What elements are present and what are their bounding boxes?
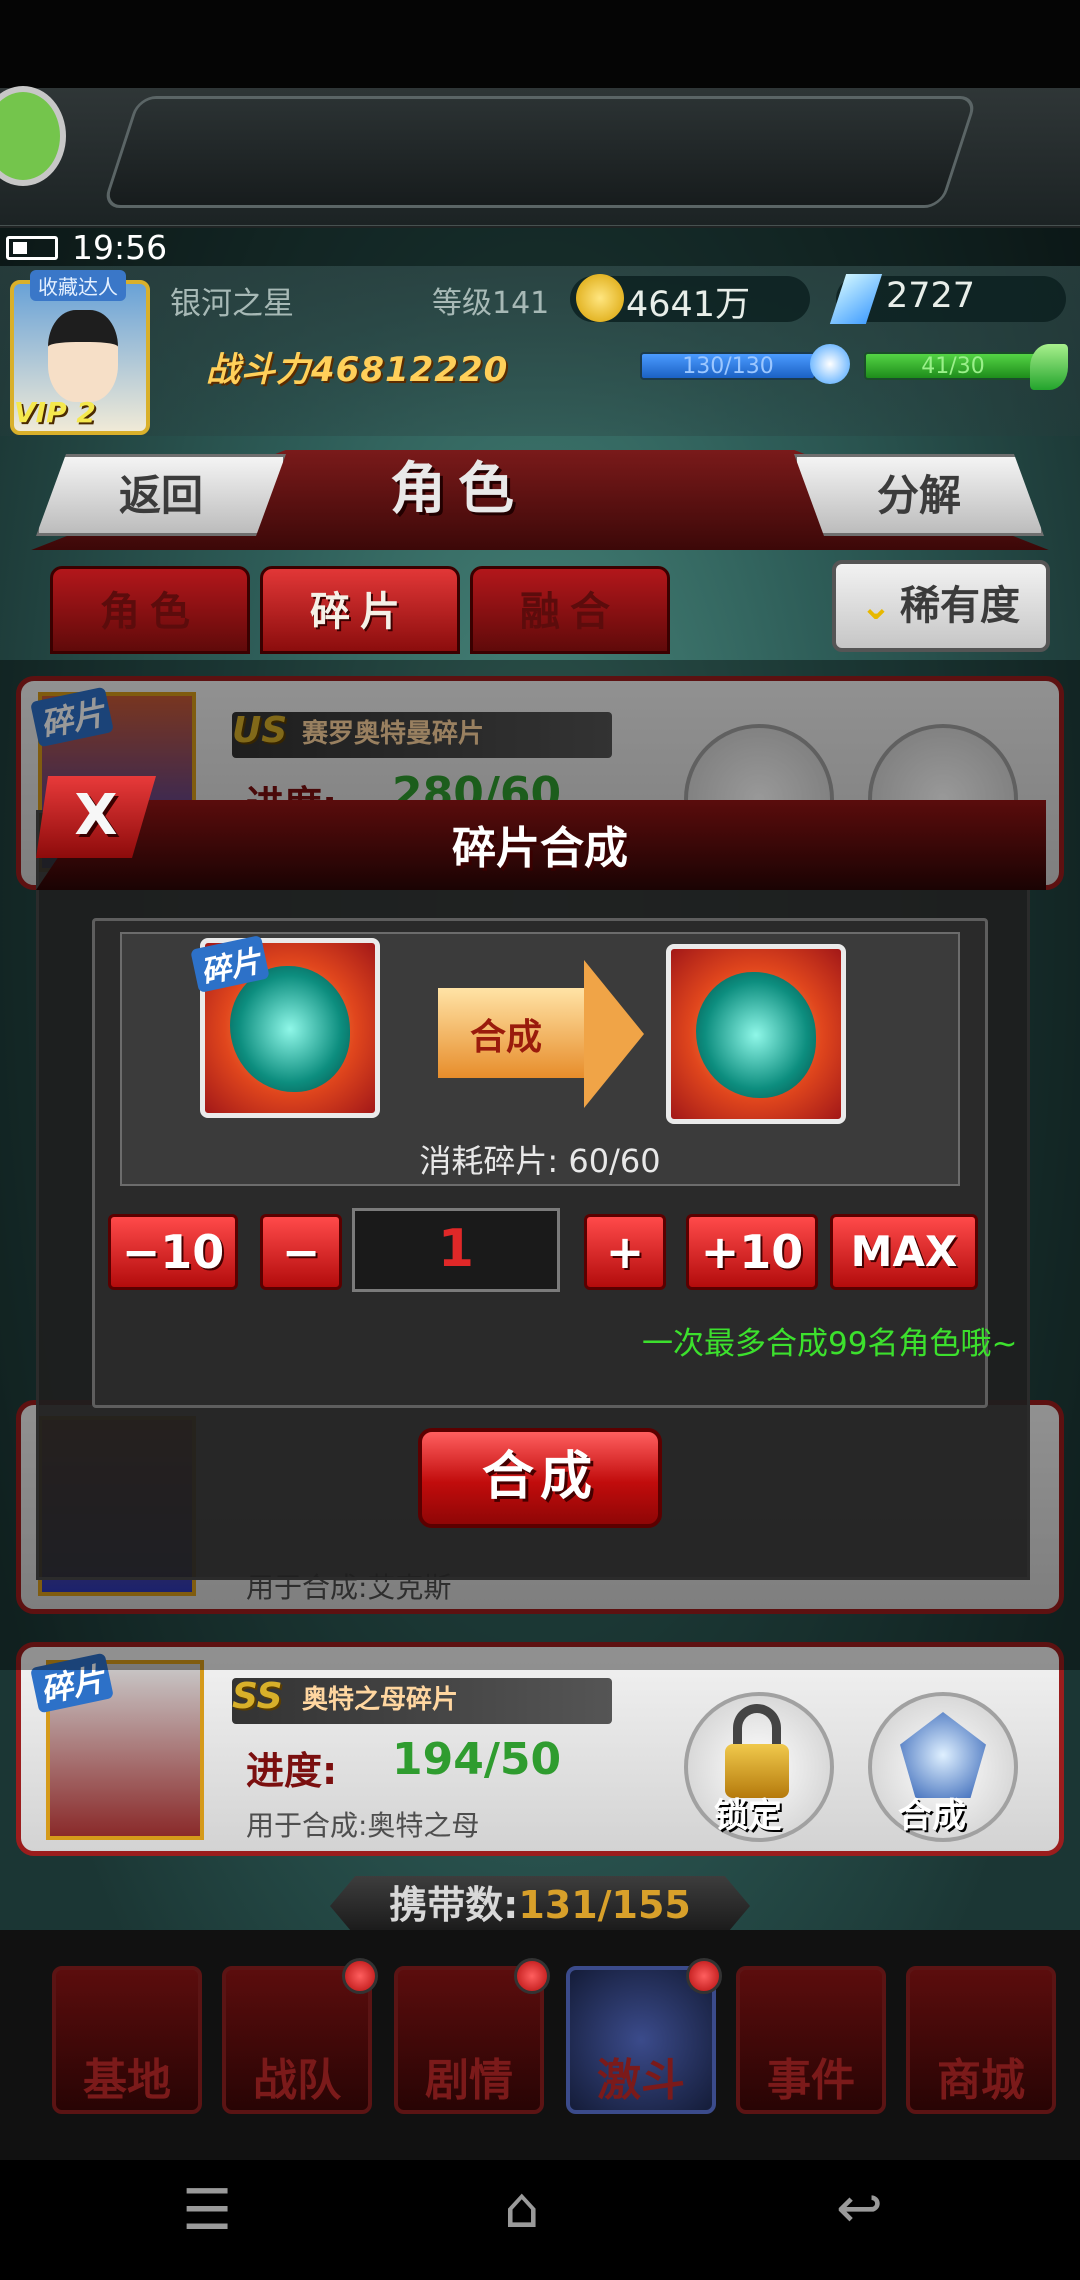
modal-title: 碎片合成 bbox=[452, 823, 628, 874]
synth-label: 合成 bbox=[898, 1796, 966, 1836]
combat-power: 战斗力46812220 bbox=[206, 350, 509, 390]
use-for-text: 用于合成:奥特之母 bbox=[246, 1809, 480, 1842]
gems-value: 2727 bbox=[886, 276, 976, 316]
game-screen: 19:56 收藏达人 VIP 2 银河之星 等级141 4641万 2727 战… bbox=[0, 0, 1080, 2280]
clock: 19:56 bbox=[72, 228, 168, 267]
menu-icon[interactable]: ☰ bbox=[182, 2178, 232, 2243]
plus-button[interactable]: + bbox=[584, 1214, 666, 1290]
progress-value: 194/50 bbox=[392, 1734, 562, 1785]
back-icon[interactable]: ↩ bbox=[836, 2176, 883, 2241]
home-icon[interactable]: ⌂ bbox=[504, 2176, 540, 2241]
plus-ten-button[interactable]: +10 bbox=[686, 1214, 818, 1290]
card-rank: SS bbox=[232, 1676, 283, 1717]
lock-label: 锁定 bbox=[714, 1796, 782, 1836]
tab-fusion[interactable]: 融合 bbox=[470, 566, 670, 654]
carry-label: 携带数: bbox=[389, 1883, 519, 1927]
tab-fragment[interactable]: 碎片 bbox=[260, 566, 460, 654]
notification-dot bbox=[686, 1958, 722, 1994]
nav-shop[interactable]: 商城 bbox=[906, 1966, 1056, 2114]
back-button[interactable]: 返回 bbox=[36, 454, 286, 536]
top-frame-decor bbox=[101, 96, 979, 208]
progress-label: 进度: bbox=[246, 1749, 338, 1793]
max-button[interactable]: MAX bbox=[830, 1214, 978, 1290]
minus-ten-button[interactable]: −10 bbox=[108, 1214, 238, 1290]
page-title: 角色 bbox=[390, 457, 526, 522]
vip-badge: VIP 2 bbox=[14, 396, 96, 429]
lock-icon bbox=[733, 1704, 781, 1748]
coin-icon bbox=[576, 274, 624, 322]
nav-events[interactable]: 事件 bbox=[736, 1966, 886, 2114]
arrow-label: 合成 bbox=[470, 1017, 543, 1058]
notification-dot bbox=[514, 1958, 550, 1994]
battery-icon bbox=[6, 236, 58, 260]
card-name: 奥特之母碎片 bbox=[232, 1678, 612, 1724]
avatar-portrait bbox=[48, 310, 118, 402]
consume-text: 消耗碎片: 60/60 bbox=[419, 1142, 661, 1180]
top-black-bar bbox=[0, 0, 1080, 90]
player-level: 等级141 bbox=[432, 286, 550, 321]
carry-value: 131/155 bbox=[518, 1883, 691, 1927]
energy-bar: 41/30 bbox=[864, 352, 1042, 380]
player-name: 银河之星 bbox=[170, 286, 294, 322]
system-nav-bar bbox=[0, 2160, 1080, 2280]
carry-count: 携带数:131/155 bbox=[330, 1876, 750, 1936]
stamina-orb-icon bbox=[810, 344, 850, 384]
notification-dot bbox=[342, 1958, 378, 1994]
tab-role[interactable]: 角色 bbox=[50, 566, 250, 654]
confirm-synthesis-button[interactable]: 合成 bbox=[418, 1428, 662, 1528]
coins-value: 4641万 bbox=[626, 285, 751, 325]
nav-base[interactable]: 基地 bbox=[52, 1966, 202, 2114]
arrow-head-icon bbox=[584, 960, 644, 1108]
player-title-tag: 收藏达人 bbox=[30, 270, 126, 301]
energy-leaf-icon bbox=[1030, 344, 1068, 390]
max-hint-text: 一次最多合成99名角色哦~ bbox=[642, 1326, 1018, 1362]
double-chevron-down-icon: ⌄ bbox=[860, 584, 892, 628]
decompose-button[interactable]: 分解 bbox=[794, 454, 1044, 536]
stamina-bar: 130/130 bbox=[640, 352, 816, 380]
minus-button[interactable]: − bbox=[260, 1214, 342, 1290]
quantity-field[interactable]: 1 bbox=[352, 1208, 560, 1292]
